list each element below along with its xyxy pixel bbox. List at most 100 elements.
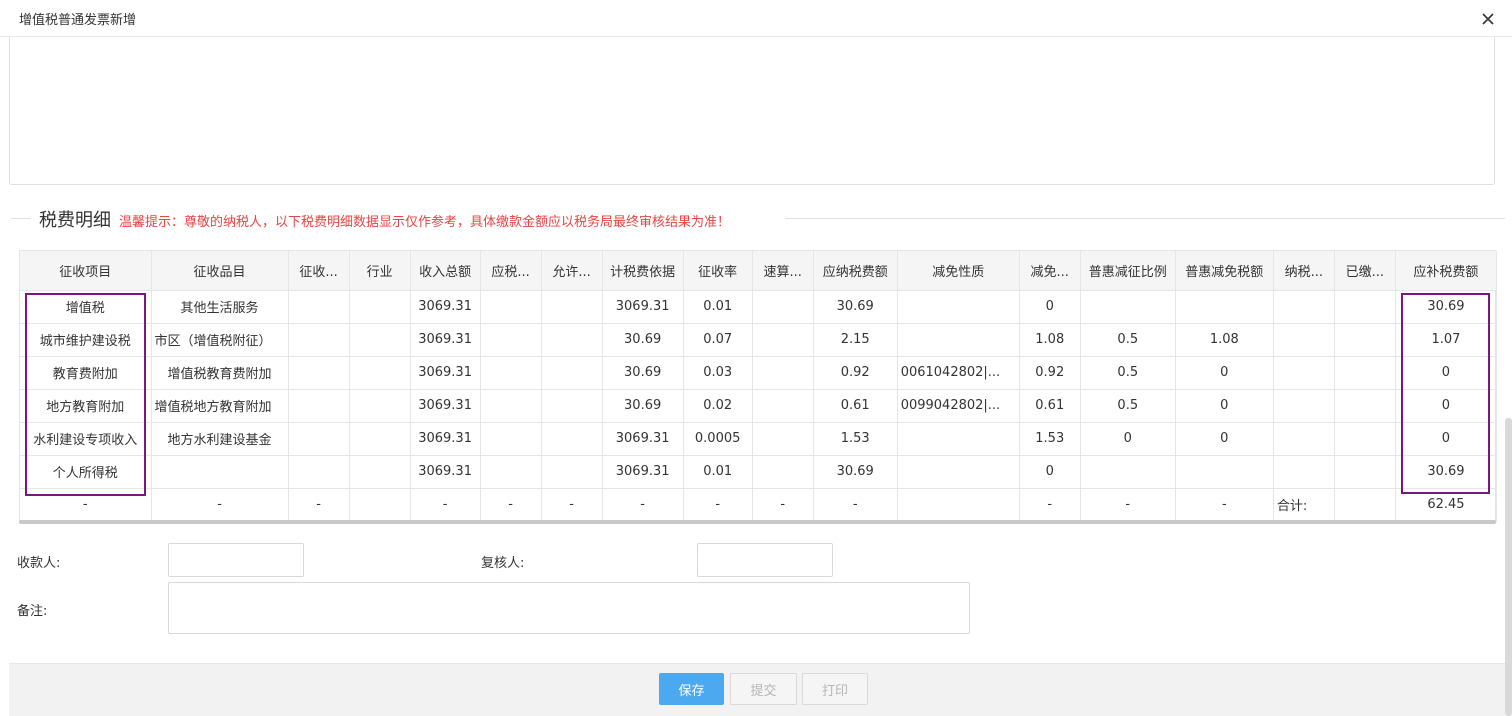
highlight-box-payable-amount bbox=[1401, 293, 1490, 494]
table-cell bbox=[288, 422, 350, 456]
remark-label: 备注: bbox=[17, 604, 48, 619]
table-cell: 3069.31 bbox=[410, 389, 481, 423]
total-cell bbox=[1334, 488, 1396, 522]
table-cell bbox=[349, 290, 411, 324]
table-cell bbox=[1273, 422, 1335, 456]
table-cell bbox=[752, 455, 814, 489]
table-cell bbox=[752, 290, 814, 324]
upper-content-area bbox=[9, 37, 1495, 185]
table-header-row: 征收项目 征收品目 征收... 行业 收入总额 应税... 允许... 计税费依据 征收率 速算.… bbox=[20, 251, 1498, 291]
table-cell: 地方水利建设基金 bbox=[151, 422, 289, 456]
table-row[interactable]: 增值税 其他生活服务 3069.31 3069.31 0.01 30.69 0 30.69 bbox=[20, 290, 1498, 324]
table-cell: 市区（增值税附征） bbox=[151, 323, 289, 357]
save-button[interactable]: 保存 bbox=[659, 673, 724, 705]
column-header[interactable]: 已缴... bbox=[1334, 251, 1396, 291]
column-header[interactable]: 征收品目 bbox=[151, 251, 289, 291]
table-cell: 0.61 bbox=[1019, 389, 1081, 423]
table-cell bbox=[349, 455, 411, 489]
table-row[interactable]: 水利建设专项收入 地方水利建设基金 3069.31 3069.31 0.0005 1.53… bbox=[20, 422, 1498, 456]
total-cell bbox=[349, 488, 411, 522]
table-cell: 0 bbox=[1175, 356, 1274, 390]
table-cell: 0061042802|... bbox=[897, 356, 1020, 390]
table-cell bbox=[897, 290, 1020, 324]
table-cell: 0 bbox=[1019, 290, 1081, 324]
column-header[interactable]: 应纳税费额 bbox=[813, 251, 898, 291]
column-header[interactable]: 普惠减征比例 bbox=[1080, 251, 1176, 291]
table-cell: 3069.31 bbox=[410, 455, 481, 489]
column-header[interactable]: 征收... bbox=[288, 251, 350, 291]
table-cell: 3069.31 bbox=[602, 290, 684, 324]
column-header[interactable]: 收入总额 bbox=[410, 251, 481, 291]
total-cell: - bbox=[151, 488, 289, 522]
submit-button[interactable]: 提交 bbox=[730, 673, 797, 705]
column-header[interactable]: 速算... bbox=[752, 251, 814, 291]
column-header[interactable]: 纳税... bbox=[1273, 251, 1335, 291]
section-title: 税费明细 bbox=[39, 210, 111, 231]
column-header[interactable]: 减免性质 bbox=[897, 251, 1020, 291]
table-cell: 1.53 bbox=[813, 422, 898, 456]
table-cell bbox=[288, 356, 350, 390]
table-cell bbox=[541, 422, 603, 456]
table-cell: 0.0005 bbox=[683, 422, 753, 456]
table-cell: 增值税地方教育附加 bbox=[151, 389, 289, 423]
section-divider-left bbox=[11, 218, 31, 219]
invoice-dialog: 增值税普通发票新增 税费明细 温馨提示：尊敬的纳税人，以下税费明细数据显示仅作参… bbox=[0, 0, 1512, 716]
total-cell: - bbox=[752, 488, 814, 522]
payee-label: 收款人: bbox=[17, 556, 61, 571]
column-header[interactable]: 征收项目 bbox=[20, 251, 152, 291]
table-cell bbox=[752, 356, 814, 390]
table-cell: 0 bbox=[1175, 422, 1274, 456]
table-cell bbox=[480, 389, 542, 423]
table-cell bbox=[1273, 389, 1335, 423]
column-header[interactable]: 应税... bbox=[480, 251, 542, 291]
table-cell bbox=[541, 389, 603, 423]
column-header[interactable]: 允许... bbox=[541, 251, 603, 291]
table-cell bbox=[752, 389, 814, 423]
vertical-scrollbar[interactable] bbox=[1505, 418, 1512, 716]
table-cell: 0.01 bbox=[683, 455, 753, 489]
column-header[interactable]: 征收率 bbox=[683, 251, 753, 291]
table-cell: 0.5 bbox=[1080, 323, 1176, 357]
total-cell bbox=[897, 488, 1020, 522]
table-cell bbox=[897, 323, 1020, 357]
table-cell bbox=[541, 356, 603, 390]
reviewer-input[interactable] bbox=[697, 543, 833, 577]
table-cell: 0.03 bbox=[683, 356, 753, 390]
table-row[interactable]: 地方教育附加 增值税地方教育附加 3069.31 30.69 0.02 0.61 00990… bbox=[20, 389, 1498, 423]
table-cell bbox=[1273, 356, 1335, 390]
column-header[interactable]: 减免... bbox=[1019, 251, 1081, 291]
table-cell: 3069.31 bbox=[410, 323, 481, 357]
table-cell bbox=[1334, 389, 1396, 423]
table-cell: 0.5 bbox=[1080, 389, 1176, 423]
table-cell bbox=[1334, 455, 1396, 489]
column-header[interactable]: 普惠减免税额 bbox=[1175, 251, 1274, 291]
print-button[interactable]: 打印 bbox=[802, 673, 868, 705]
table-total-row: - - - - - - - - - - - - - 合计: 62.45 bbox=[20, 488, 1498, 522]
table-cell: 1.08 bbox=[1175, 323, 1274, 357]
table-cell bbox=[288, 389, 350, 423]
table-cell bbox=[480, 422, 542, 456]
table-cell bbox=[752, 323, 814, 357]
table-row[interactable]: 教育费附加 增值税教育费附加 3069.31 30.69 0.03 0.92 0061042… bbox=[20, 356, 1498, 390]
table-cell bbox=[541, 455, 603, 489]
payee-input[interactable] bbox=[168, 543, 304, 577]
column-header[interactable]: 计税费依据 bbox=[602, 251, 684, 291]
column-header[interactable]: 应补税费额 bbox=[1395, 251, 1498, 291]
dialog-titlebar: 增值税普通发票新增 bbox=[0, 0, 1512, 37]
column-header[interactable]: 行业 bbox=[349, 251, 411, 291]
close-icon[interactable] bbox=[1478, 9, 1498, 29]
total-cell: - bbox=[541, 488, 603, 522]
table-cell bbox=[897, 455, 1020, 489]
table-cell: 3069.31 bbox=[410, 290, 481, 324]
table-cell bbox=[752, 422, 814, 456]
table-cell bbox=[1273, 323, 1335, 357]
table-cell bbox=[1175, 290, 1274, 324]
table-cell bbox=[480, 455, 542, 489]
table-cell bbox=[349, 356, 411, 390]
highlight-box-tax-items bbox=[25, 293, 146, 496]
table-horizontal-scrollbar[interactable] bbox=[19, 520, 1496, 524]
table-cell: 其他生活服务 bbox=[151, 290, 289, 324]
table-row[interactable]: 个人所得税 3069.31 3069.31 0.01 30.69 0 30.69 bbox=[20, 455, 1498, 489]
remark-textarea[interactable] bbox=[168, 582, 970, 634]
table-row[interactable]: 城市维护建设税 市区（增值税附征） 3069.31 30.69 0.07 2.15 1.08… bbox=[20, 323, 1498, 357]
